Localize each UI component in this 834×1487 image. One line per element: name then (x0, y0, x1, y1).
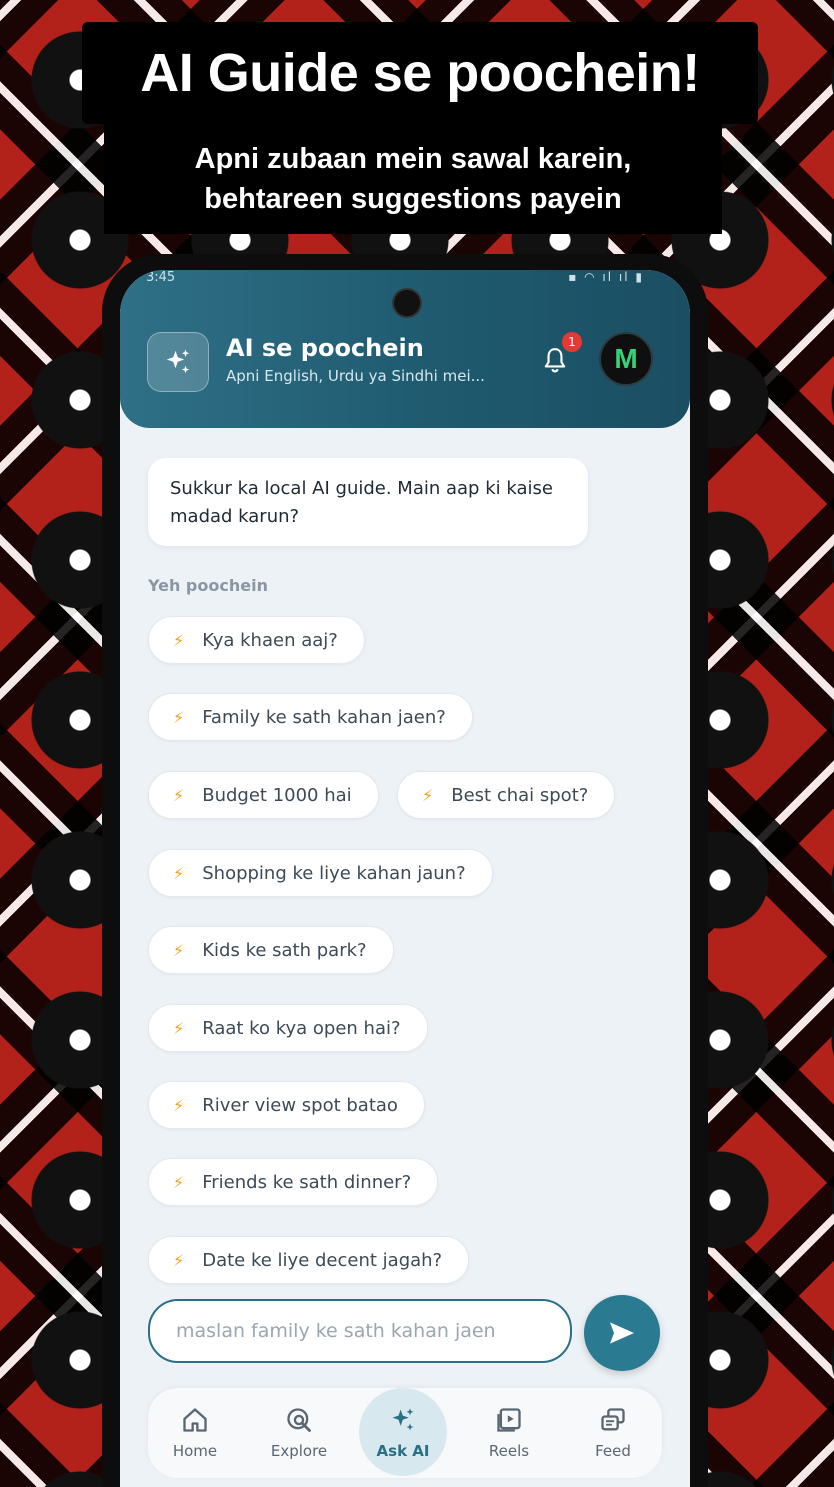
nav-reels-label: Reels (488, 1442, 530, 1460)
suggestion-chip[interactable]: ⚡ Budget 1000 hai (148, 771, 379, 819)
suggestion-label: Family ke sath kahan jaen? (202, 706, 446, 728)
nav-ask-ai[interactable]: Ask AI (359, 1388, 447, 1476)
suggestion-label: Kids ke sath park? (202, 939, 367, 961)
sparkles-icon (147, 332, 209, 392)
bolt-icon: ⚡ (422, 785, 434, 805)
suggestion-chip[interactable]: ⚡ Family ke sath kahan jaen? (148, 693, 473, 741)
suggestion-chip[interactable]: ⚡ Friends ke sath dinner? (148, 1158, 439, 1206)
send-button[interactable] (584, 1295, 660, 1371)
bolt-icon: ⚡ (173, 1172, 185, 1192)
promo-subtitle-line2: behtareen suggestions payein (204, 183, 622, 215)
bolt-icon: ⚡ (173, 630, 185, 650)
nav-ask-ai-label: Ask AI (376, 1442, 430, 1460)
bolt-icon: ⚡ (173, 785, 185, 805)
suggestion-chip[interactable]: ⚡ Kya khaen aaj? (148, 616, 365, 664)
nav-explore-label: Explore (270, 1442, 328, 1460)
suggestion-label: Budget 1000 hai (202, 784, 352, 806)
promo-title: AI Guide se poochein! (82, 22, 758, 124)
suggestion-label: River view spot batao (202, 1094, 398, 1116)
feed-icon (601, 1408, 625, 1431)
header-title: AI se poochein (226, 334, 424, 362)
bell-icon-svg (544, 348, 566, 373)
nav-feed-label: Feed (595, 1442, 631, 1460)
bottom-nav: Home Explore Ask AI Reels Feed (148, 1388, 662, 1478)
nav-feed[interactable]: Feed (568, 1388, 658, 1478)
bell-icon[interactable] (542, 346, 568, 374)
bolt-icon: ⚡ (173, 1095, 185, 1115)
suggestion-chip[interactable]: ⚡ Shopping ke liye kahan jaun? (148, 849, 493, 897)
suggestion-chip[interactable]: ⚡ Best chai spot? (397, 771, 616, 819)
suggestion-label: Best chai spot? (451, 784, 589, 806)
app-screen: 3:45 ▪ ◠ ıl ıl ▮ AI se poochein Apni Eng… (120, 270, 690, 1487)
suggestion-label: Date ke liye decent jagah? (202, 1249, 443, 1271)
avatar[interactable]: M (599, 332, 653, 386)
bolt-icon: ⚡ (173, 940, 185, 960)
bolt-icon: ⚡ (173, 707, 185, 727)
status-icons: ▪ ◠ ıl ıl ▮ (568, 270, 644, 284)
suggestion-label: Shopping ke liye kahan jaun? (202, 862, 466, 884)
notification-badge: 1 (562, 332, 582, 352)
nav-home-label: Home (172, 1442, 218, 1460)
nav-home[interactable]: Home (150, 1388, 240, 1478)
app-header: 3:45 ▪ ◠ ıl ıl ▮ AI se poochein Apni Eng… (120, 270, 690, 428)
status-time: 3:45 (146, 270, 176, 285)
bolt-icon: ⚡ (173, 1250, 185, 1270)
sparkles-icon (392, 1408, 414, 1431)
header-subtitle: Apni English, Urdu ya Sindhi mei... (226, 367, 485, 385)
assistant-message: Sukkur ka local AI guide. Main aap ki ka… (148, 458, 588, 546)
explore-icon (287, 1408, 311, 1432)
nav-reels[interactable]: Reels (464, 1388, 554, 1478)
suggestion-chip[interactable]: ⚡ River view spot batao (148, 1081, 425, 1129)
suggestion-chip[interactable]: ⚡ Kids ke sath park? (148, 926, 394, 974)
bolt-icon: ⚡ (173, 863, 185, 883)
suggestion-label: Friends ke sath dinner? (202, 1171, 412, 1193)
sparkles-icon-svg (166, 349, 190, 374)
message-input[interactable] (148, 1299, 572, 1363)
promo-subtitle: Apni zubaan mein sawal karein, behtareen… (104, 124, 722, 234)
suggestions-label: Yeh poochein (148, 576, 268, 595)
suggestion-label: Raat ko kya open hai? (202, 1017, 401, 1039)
suggestion-chip[interactable]: ⚡ Date ke liye decent jagah? (148, 1236, 470, 1284)
promo-subtitle-line1: Apni zubaan mein sawal karein, (194, 143, 632, 175)
send-icon (610, 1322, 634, 1344)
bolt-icon: ⚡ (173, 1018, 185, 1038)
suggestion-chip[interactable]: ⚡ Raat ko kya open hai? (148, 1004, 428, 1052)
suggestion-label: Kya khaen aaj? (202, 629, 338, 651)
home-icon (183, 1408, 207, 1432)
camera-cutout (392, 288, 422, 318)
reels-icon (497, 1408, 521, 1432)
nav-explore[interactable]: Explore (254, 1388, 344, 1478)
